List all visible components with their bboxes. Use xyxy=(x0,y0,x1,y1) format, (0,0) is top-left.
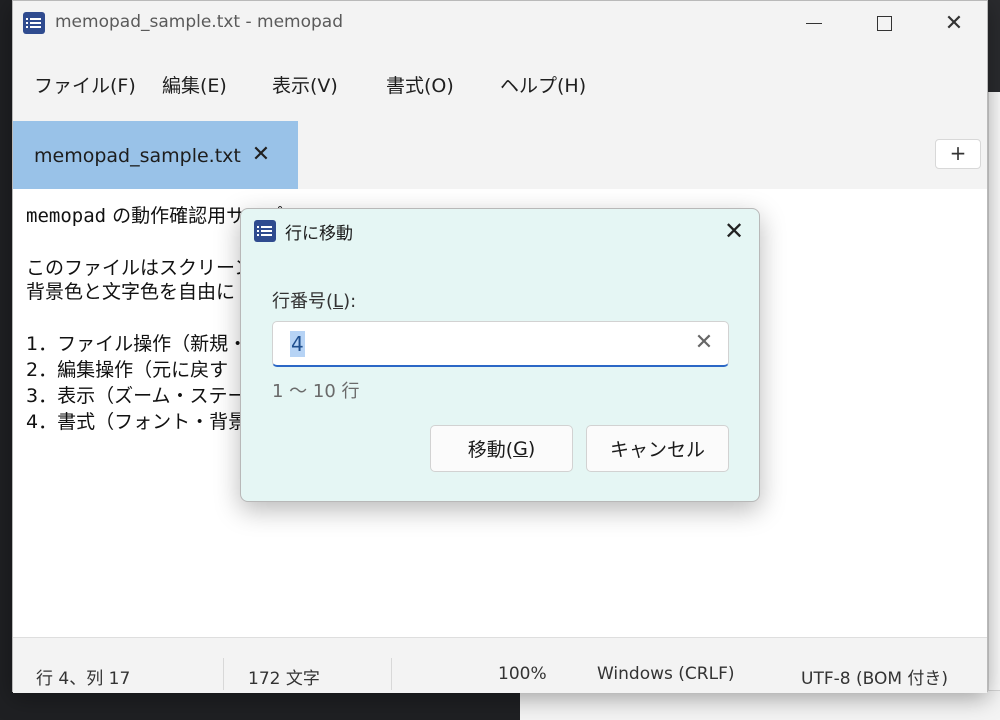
close-window-button[interactable]: ✕ xyxy=(919,1,989,45)
status-encoding[interactable]: UTF-8 (BOM 付き) xyxy=(801,664,948,689)
go-button-accesskey: G xyxy=(513,437,528,460)
menu-view[interactable]: 表示(V) xyxy=(272,71,338,98)
status-line-ending[interactable]: Windows (CRLF) xyxy=(597,664,735,684)
menu-file[interactable]: ファイル(F) xyxy=(34,71,136,98)
go-button-label-suffix: ) xyxy=(527,437,536,460)
background-window-bottom-right xyxy=(520,690,1000,720)
status-zoom[interactable]: 100% xyxy=(498,664,547,684)
tab-memopad-sample[interactable]: memopad_sample.txt ✕ xyxy=(13,121,298,189)
editor-line: 背景色と文字色を自由に xyxy=(26,281,236,303)
title-bar[interactable]: memopad_sample.txt - memopad ✕ xyxy=(13,1,987,45)
background-window-right xyxy=(988,0,1000,720)
background-window-right-top xyxy=(988,0,1000,92)
clear-input-icon[interactable]: ✕ xyxy=(691,330,717,356)
tab-strip: memopad_sample.txt ✕ + xyxy=(13,121,987,189)
status-separator xyxy=(391,658,392,690)
menu-edit[interactable]: 編集(E) xyxy=(162,71,227,98)
close-icon: ✕ xyxy=(723,217,745,245)
tab-close-icon[interactable]: ✕ xyxy=(249,143,273,167)
line-number-label-accesskey: L xyxy=(333,291,344,312)
menu-format[interactable]: 書式(O) xyxy=(386,71,454,98)
menu-bar: ファイル(F) 編集(E) 表示(V) 書式(O) ヘルプ(H) xyxy=(13,45,987,121)
editor-line: 3．表示（ズーム・ステータ xyxy=(26,385,266,407)
line-number-label-text: 行番号( xyxy=(272,291,334,312)
maximize-icon xyxy=(876,15,892,31)
window-title: memopad_sample.txt - memopad xyxy=(55,12,344,32)
go-button-label: 移動( xyxy=(467,439,514,461)
line-range-hint: 1 ～ 10 行 xyxy=(272,381,360,402)
editor-line: 4．書式（フォント・背景 xyxy=(26,411,248,433)
notepad-icon xyxy=(254,220,276,242)
minimize-icon xyxy=(806,22,822,24)
go-button[interactable]: 移動(G) xyxy=(430,425,573,472)
cancel-button[interactable]: キャンセル xyxy=(586,425,729,472)
dialog-title: 行に移動 xyxy=(285,224,353,244)
dialog-close-button[interactable]: ✕ xyxy=(717,215,751,247)
line-number-label-suffix: ): xyxy=(343,291,357,312)
line-number-input[interactable]: 4 ✕ xyxy=(272,321,729,367)
status-cursor-position[interactable]: 行 4、列 17 xyxy=(36,664,130,689)
line-number-label: 行番号(L): xyxy=(272,287,356,313)
new-tab-button[interactable]: + xyxy=(935,139,981,169)
editor-line-mono: memopad xyxy=(26,205,107,227)
minimize-button[interactable] xyxy=(779,1,849,45)
status-separator xyxy=(223,658,224,690)
tab-label: memopad_sample.txt xyxy=(34,145,241,167)
goto-line-dialog: 行に移動 ✕ 行番号(L): 4 ✕ 1 ～ 10 行 移動(G) キャンセル xyxy=(240,208,760,502)
editor-line: 2．編集操作（元に戻す xyxy=(26,359,229,381)
line-number-input-value: 4 xyxy=(290,331,305,357)
notepad-icon xyxy=(23,12,45,34)
status-char-count: 172 文字 xyxy=(248,669,320,689)
editor-line: 1．ファイル操作（新規・ xyxy=(26,333,248,355)
status-bar: 行 4、列 17 172 文字 100% Windows (CRLF) UTF-… xyxy=(13,637,987,693)
close-icon: ✕ xyxy=(944,10,964,36)
maximize-button[interactable] xyxy=(849,1,919,45)
menu-help[interactable]: ヘルプ(H) xyxy=(500,71,586,98)
